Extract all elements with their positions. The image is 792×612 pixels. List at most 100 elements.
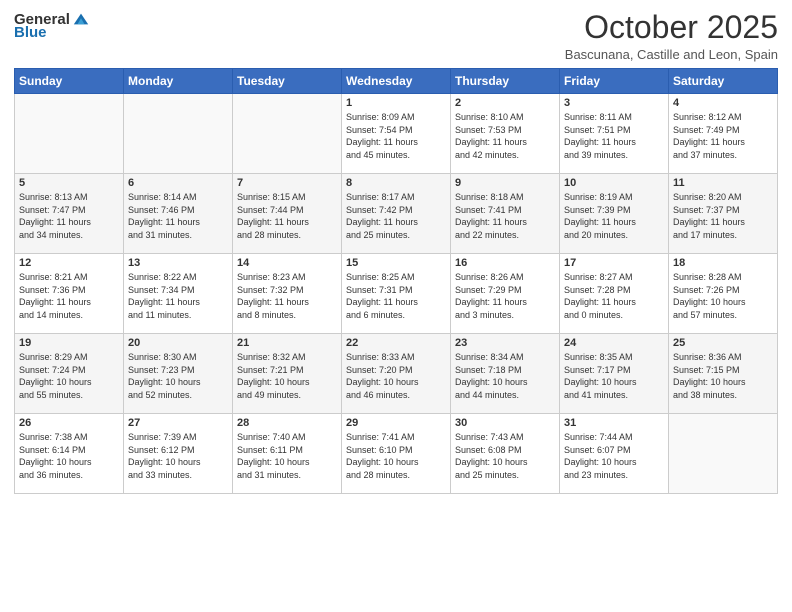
- day-info: Sunrise: 7:38 AM Sunset: 6:14 PM Dayligh…: [19, 431, 119, 481]
- day-number: 3: [564, 97, 664, 109]
- weekday-header-sunday: Sunday: [15, 69, 124, 94]
- calendar-cell: 22 Sunrise: 8:33 AM Sunset: 7:20 PM Dayli…: [342, 334, 451, 414]
- calendar-cell: 28Sunrise: 7:40 AM Sunset: 6:11 PM Dayli…: [233, 414, 342, 494]
- day-info: Sunrise: 8:28 AM Sunset: 7:26 PM Dayligh…: [673, 271, 773, 321]
- day-number: 8: [346, 177, 446, 189]
- calendar-week-row: 12 Sunrise: 8:21 AM Sunset: 7:36 PM Dayli…: [15, 254, 778, 334]
- calendar-cell: 9 Sunrise: 8:18 AM Sunset: 7:41 PM Daylig…: [451, 174, 560, 254]
- calendar-week-row: 5 Sunrise: 8:13 AM Sunset: 7:47 PM Daylig…: [15, 174, 778, 254]
- calendar-cell: 1 Sunrise: 8:09 AM Sunset: 7:54 PM Daylig…: [342, 94, 451, 174]
- day-info: Sunrise: 8:23 AM Sunset: 7:32 PM Dayligh…: [237, 271, 337, 321]
- month-title: October 2025: [565, 10, 778, 45]
- day-info: Sunrise: 7:39 AM Sunset: 6:12 PM Dayligh…: [128, 431, 228, 481]
- calendar-cell: 10 Sunrise: 8:19 AM Sunset: 7:39 PM Dayli…: [560, 174, 669, 254]
- day-number: 10: [564, 177, 664, 189]
- day-info: Sunrise: 8:22 AM Sunset: 7:34 PM Dayligh…: [128, 271, 228, 321]
- day-number: 17: [564, 257, 664, 269]
- day-info: Sunrise: 8:14 AM Sunset: 7:46 PM Dayligh…: [128, 191, 228, 241]
- day-info: Sunrise: 8:19 AM Sunset: 7:39 PM Dayligh…: [564, 191, 664, 241]
- day-info: Sunrise: 7:41 AM Sunset: 6:10 PM Dayligh…: [346, 431, 446, 481]
- day-info: Sunrise: 8:34 AM Sunset: 7:18 PM Dayligh…: [455, 351, 555, 401]
- day-number: 2: [455, 97, 555, 109]
- calendar-cell: 6 Sunrise: 8:14 AM Sunset: 7:46 PM Daylig…: [124, 174, 233, 254]
- calendar-cell: 18 Sunrise: 8:28 AM Sunset: 7:26 PM Dayli…: [669, 254, 778, 334]
- calendar-cell: 4Sunrise: 8:12 AM Sunset: 7:49 PM Daylig…: [669, 94, 778, 174]
- day-number: 16: [455, 257, 555, 269]
- day-number: 6: [128, 177, 228, 189]
- day-info: Sunrise: 8:10 AM Sunset: 7:53 PM Dayligh…: [455, 111, 555, 161]
- weekday-header-thursday: Thursday: [451, 69, 560, 94]
- day-info: Sunrise: 8:20 AM Sunset: 7:37 PM Dayligh…: [673, 191, 773, 241]
- day-number: 9: [455, 177, 555, 189]
- calendar-cell: 29Sunrise: 7:41 AM Sunset: 6:10 PM Dayli…: [342, 414, 451, 494]
- day-number: 5: [19, 177, 119, 189]
- calendar-cell: 25 Sunrise: 8:36 AM Sunset: 7:15 PM Dayli…: [669, 334, 778, 414]
- day-info: Sunrise: 7:44 AM Sunset: 6:07 PM Dayligh…: [564, 431, 664, 481]
- day-info: Sunrise: 8:27 AM Sunset: 7:28 PM Dayligh…: [564, 271, 664, 321]
- page-container: General Blue October 2025 Bascunana, Cas…: [0, 0, 792, 612]
- day-number: 18: [673, 257, 773, 269]
- day-info: Sunrise: 8:36 AM Sunset: 7:15 PM Dayligh…: [673, 351, 773, 401]
- calendar-cell: 19 Sunrise: 8:29 AM Sunset: 7:24 PM Dayli…: [15, 334, 124, 414]
- weekday-header-saturday: Saturday: [669, 69, 778, 94]
- day-number: 20: [128, 337, 228, 349]
- calendar-cell: [233, 94, 342, 174]
- day-info: Sunrise: 8:13 AM Sunset: 7:47 PM Dayligh…: [19, 191, 119, 241]
- calendar-cell: [669, 414, 778, 494]
- calendar-cell: 3 Sunrise: 8:11 AM Sunset: 7:51 PM Daylig…: [560, 94, 669, 174]
- day-number: 13: [128, 257, 228, 269]
- calendar-cell: 14Sunrise: 8:23 AM Sunset: 7:32 PM Dayli…: [233, 254, 342, 334]
- day-number: 12: [19, 257, 119, 269]
- day-info: Sunrise: 8:26 AM Sunset: 7:29 PM Dayligh…: [455, 271, 555, 321]
- calendar-week-row: 19 Sunrise: 8:29 AM Sunset: 7:24 PM Dayli…: [15, 334, 778, 414]
- calendar-cell: 27 Sunrise: 7:39 AM Sunset: 6:12 PM Dayli…: [124, 414, 233, 494]
- day-number: 22: [346, 337, 446, 349]
- calendar-table: SundayMondayTuesdayWednesdayThursdayFrid…: [14, 68, 778, 494]
- header: General Blue October 2025 Bascunana, Cas…: [14, 10, 778, 62]
- logo: General Blue: [14, 10, 90, 41]
- day-number: 26: [19, 417, 119, 429]
- logo-blue-text: Blue: [14, 24, 47, 41]
- calendar-cell: 15 Sunrise: 8:25 AM Sunset: 7:31 PM Dayli…: [342, 254, 451, 334]
- calendar-cell: 16 Sunrise: 8:26 AM Sunset: 7:29 PM Dayli…: [451, 254, 560, 334]
- day-info: Sunrise: 8:25 AM Sunset: 7:31 PM Dayligh…: [346, 271, 446, 321]
- weekday-header-monday: Monday: [124, 69, 233, 94]
- day-number: 15: [346, 257, 446, 269]
- calendar-cell: 2 Sunrise: 8:10 AM Sunset: 7:53 PM Daylig…: [451, 94, 560, 174]
- day-number: 25: [673, 337, 773, 349]
- day-number: 27: [128, 417, 228, 429]
- calendar-cell: 17 Sunrise: 8:27 AM Sunset: 7:28 PM Dayli…: [560, 254, 669, 334]
- weekday-header-tuesday: Tuesday: [233, 69, 342, 94]
- day-info: Sunrise: 8:30 AM Sunset: 7:23 PM Dayligh…: [128, 351, 228, 401]
- day-info: Sunrise: 8:18 AM Sunset: 7:41 PM Dayligh…: [455, 191, 555, 241]
- calendar-cell: 5 Sunrise: 8:13 AM Sunset: 7:47 PM Daylig…: [15, 174, 124, 254]
- title-block: October 2025 Bascunana, Castille and Leo…: [565, 10, 778, 62]
- calendar-cell: 23Sunrise: 8:34 AM Sunset: 7:18 PM Dayli…: [451, 334, 560, 414]
- weekday-header-friday: Friday: [560, 69, 669, 94]
- day-number: 28: [237, 417, 337, 429]
- calendar-cell: 21Sunrise: 8:32 AM Sunset: 7:21 PM Dayli…: [233, 334, 342, 414]
- calendar-cell: [124, 94, 233, 174]
- logo-icon: [72, 10, 90, 28]
- calendar-cell: 20 Sunrise: 8:30 AM Sunset: 7:23 PM Dayli…: [124, 334, 233, 414]
- day-number: 30: [455, 417, 555, 429]
- day-number: 11: [673, 177, 773, 189]
- weekday-header-wednesday: Wednesday: [342, 69, 451, 94]
- day-number: 1: [346, 97, 446, 109]
- day-info: Sunrise: 8:33 AM Sunset: 7:20 PM Dayligh…: [346, 351, 446, 401]
- day-info: Sunrise: 8:32 AM Sunset: 7:21 PM Dayligh…: [237, 351, 337, 401]
- calendar-header-row: SundayMondayTuesdayWednesdayThursdayFrid…: [15, 69, 778, 94]
- day-number: 7: [237, 177, 337, 189]
- day-info: Sunrise: 8:29 AM Sunset: 7:24 PM Dayligh…: [19, 351, 119, 401]
- day-number: 19: [19, 337, 119, 349]
- calendar-cell: 13 Sunrise: 8:22 AM Sunset: 7:34 PM Dayli…: [124, 254, 233, 334]
- day-info: Sunrise: 8:21 AM Sunset: 7:36 PM Dayligh…: [19, 271, 119, 321]
- day-info: Sunrise: 8:11 AM Sunset: 7:51 PM Dayligh…: [564, 111, 664, 161]
- calendar-cell: 24Sunrise: 8:35 AM Sunset: 7:17 PM Dayli…: [560, 334, 669, 414]
- day-info: Sunrise: 8:15 AM Sunset: 7:44 PM Dayligh…: [237, 191, 337, 241]
- calendar-cell: 11 Sunrise: 8:20 AM Sunset: 7:37 PM Dayli…: [669, 174, 778, 254]
- day-info: Sunrise: 8:09 AM Sunset: 7:54 PM Dayligh…: [346, 111, 446, 161]
- calendar-cell: 26 Sunrise: 7:38 AM Sunset: 6:14 PM Dayli…: [15, 414, 124, 494]
- calendar-cell: 12 Sunrise: 8:21 AM Sunset: 7:36 PM Dayli…: [15, 254, 124, 334]
- day-number: 31: [564, 417, 664, 429]
